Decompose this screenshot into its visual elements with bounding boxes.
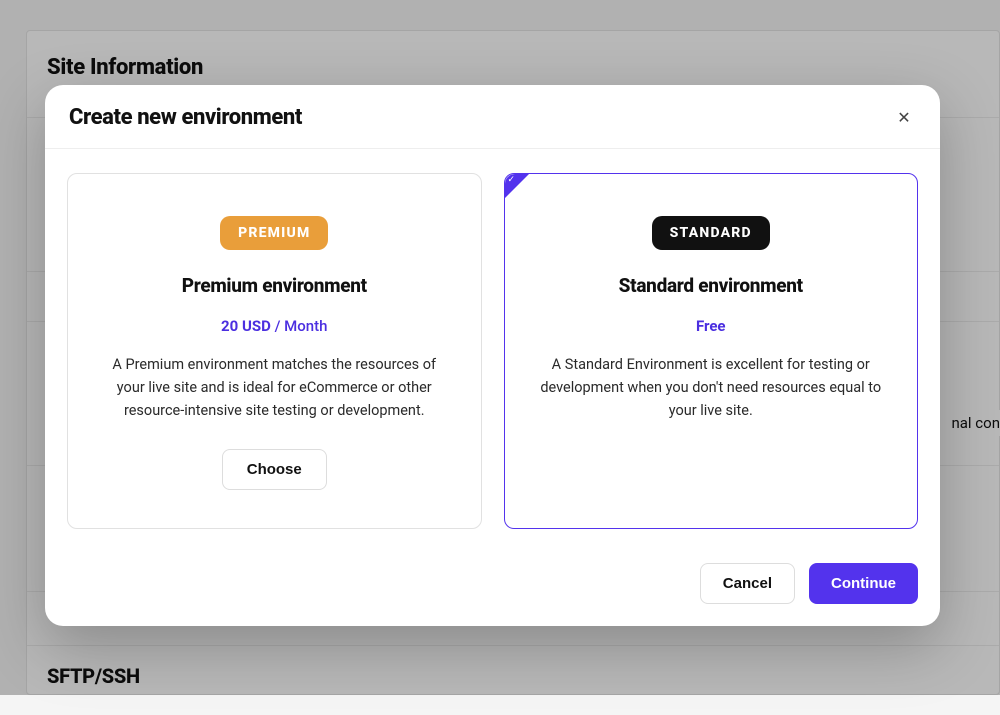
modal-title: Create new environment bbox=[69, 105, 302, 130]
close-icon: ✕ bbox=[897, 108, 910, 128]
choose-premium-button[interactable]: Choose bbox=[222, 449, 327, 490]
cancel-button[interactable]: Cancel bbox=[700, 563, 795, 604]
standard-badge: STANDARD bbox=[652, 216, 770, 250]
continue-button[interactable]: Continue bbox=[809, 563, 918, 604]
close-button[interactable]: ✕ bbox=[892, 106, 916, 130]
premium-price: 20 USD / Month bbox=[92, 317, 457, 335]
premium-card-title: Premium environment bbox=[92, 274, 457, 297]
check-icon: ✓ bbox=[508, 176, 516, 185]
standard-price: Free bbox=[529, 317, 894, 335]
environment-cards: PREMIUM Premium environment 20 USD / Mon… bbox=[67, 173, 918, 529]
create-environment-modal: Create new environment ✕ PREMIUM Premium… bbox=[45, 85, 940, 626]
premium-price-amount: 20 USD bbox=[221, 317, 271, 335]
premium-badge: PREMIUM bbox=[220, 216, 328, 250]
standard-price-label: Free bbox=[696, 317, 726, 335]
modal-header: Create new environment ✕ bbox=[45, 85, 940, 149]
standard-environment-card[interactable]: ✓ STANDARD Standard environment Free A S… bbox=[504, 173, 919, 529]
modal-footer: Cancel Continue bbox=[45, 547, 940, 626]
premium-price-interval: / Month bbox=[275, 317, 328, 335]
premium-environment-card[interactable]: PREMIUM Premium environment 20 USD / Mon… bbox=[67, 173, 482, 529]
standard-card-title: Standard environment bbox=[529, 274, 894, 297]
premium-description: A Premium environment matches the resour… bbox=[92, 353, 457, 423]
standard-description: A Standard Environment is excellent for … bbox=[529, 353, 894, 423]
modal-body: PREMIUM Premium environment 20 USD / Mon… bbox=[45, 149, 940, 547]
page-backdrop: Site Information SFTP/SSH nal con Create… bbox=[0, 0, 1000, 695]
